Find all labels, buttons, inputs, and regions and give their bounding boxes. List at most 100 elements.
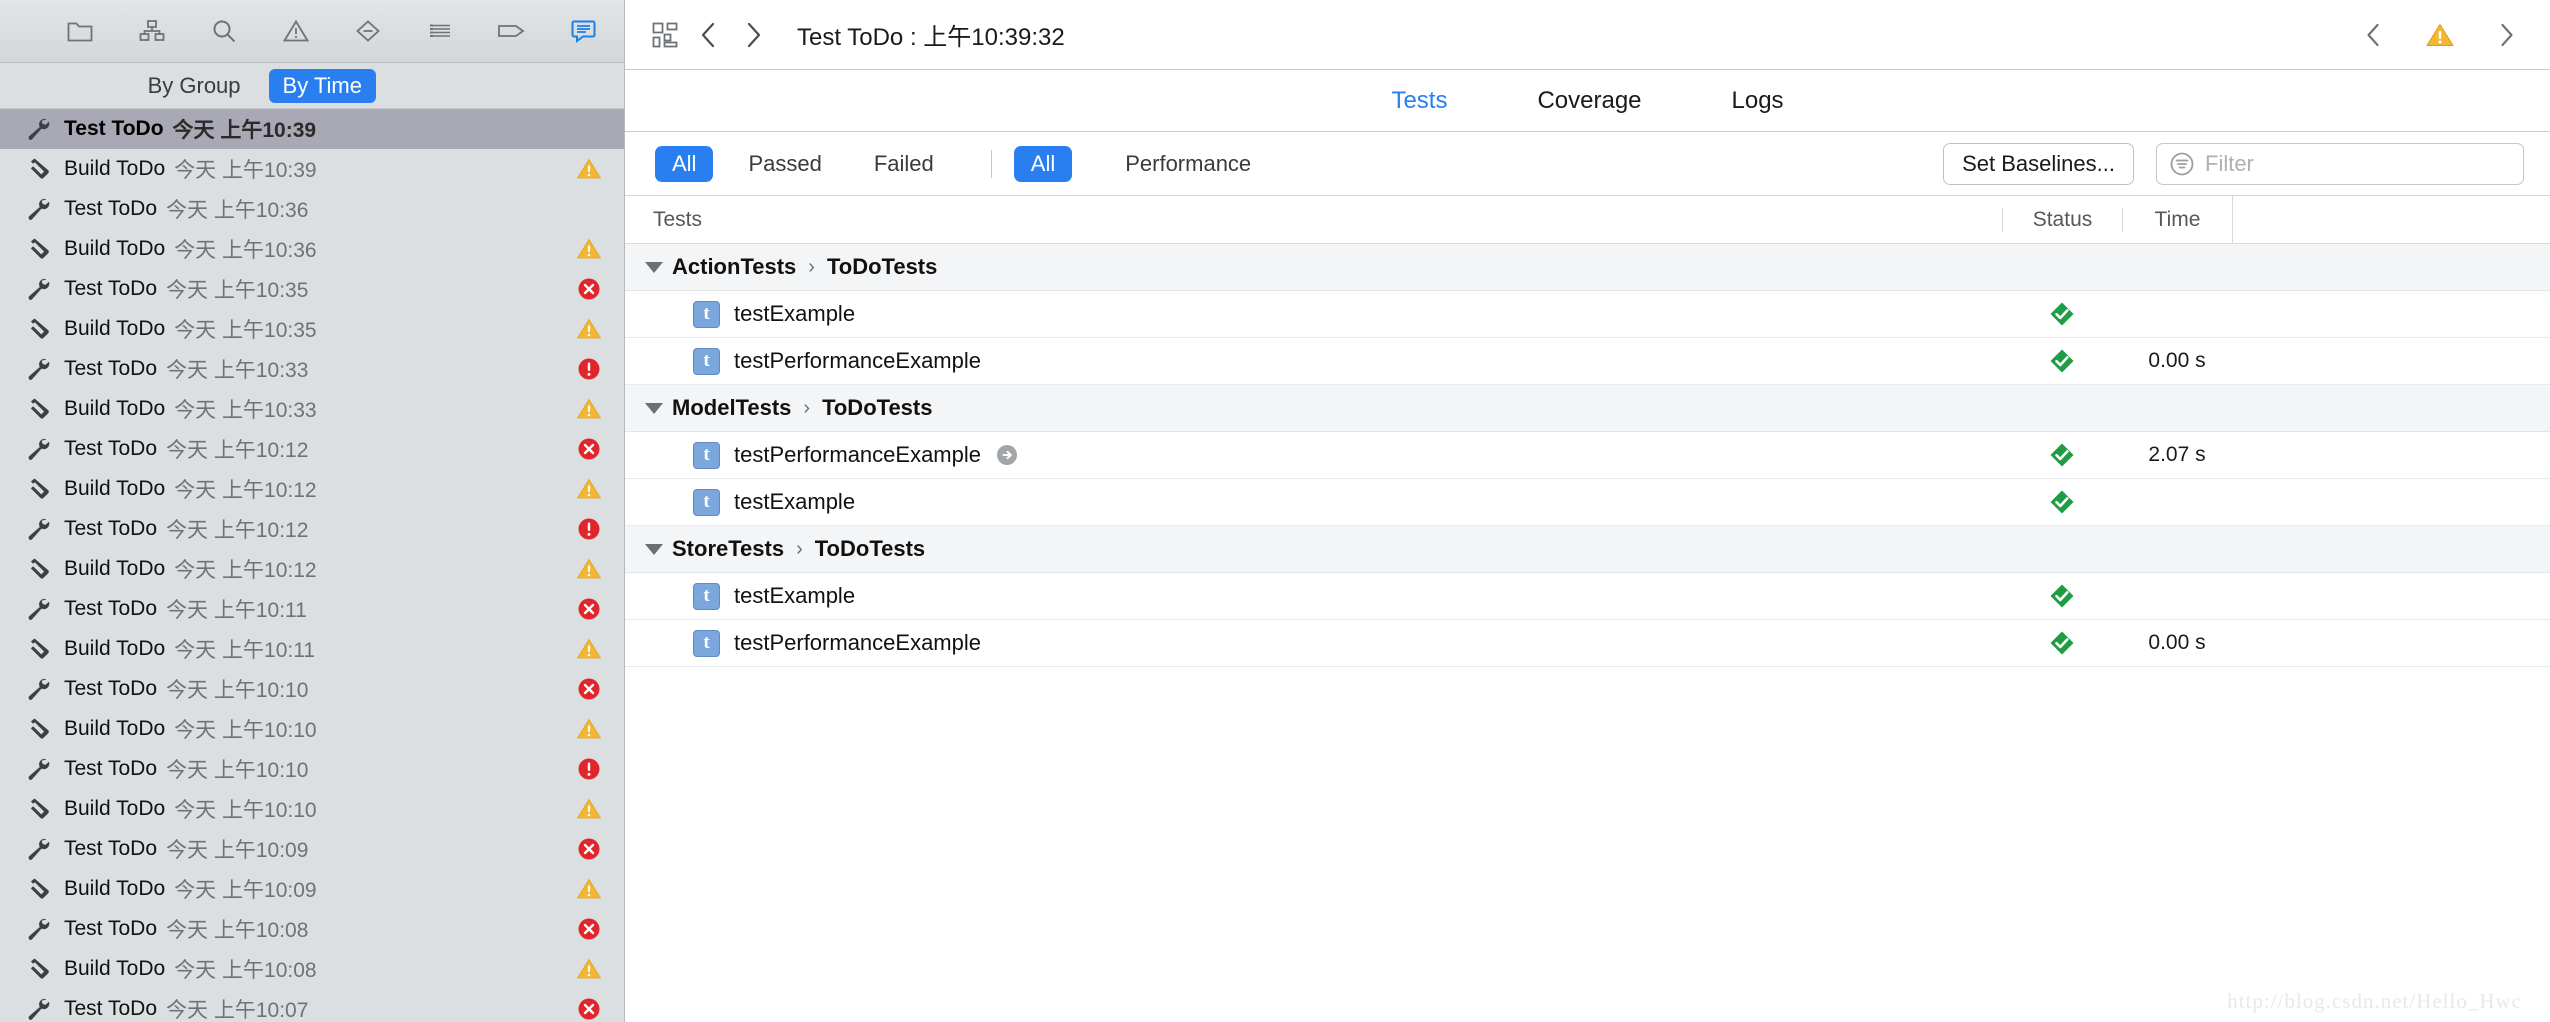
navigator-row-label: Build ToDo — [64, 877, 166, 900]
test-row-name-cell: t testExample — [625, 300, 2002, 328]
navigator-row[interactable]: Test ToDo 今天 上午10:12 — [0, 509, 624, 549]
result-filter-failed[interactable]: Failed — [857, 146, 951, 182]
tab-tests[interactable]: Tests — [1391, 87, 1447, 115]
navigator-row-label: Test ToDo — [64, 197, 157, 220]
navigator-row[interactable]: Test ToDo 今天 上午10:08 — [0, 909, 624, 949]
navigator-row[interactable]: Build ToDo 今天 上午10:35 — [0, 309, 624, 349]
error-badge-icon — [576, 996, 602, 1022]
breadcrumb-separator-icon: › — [796, 537, 803, 560]
result-filter-segments: All Passed Failed — [655, 145, 969, 182]
set-baselines-button[interactable]: Set Baselines... — [1943, 142, 2134, 185]
navigator-row-time: 今天 上午10:33 — [174, 399, 317, 422]
disclosure-triangle-icon[interactable] — [645, 261, 663, 273]
test-row[interactable]: t testPerformanceExample 2.07 s — [625, 432, 2550, 479]
test-row[interactable]: t testPerformanceExample 0.00 s — [625, 338, 2550, 385]
navigator-row[interactable]: Test ToDo 今天 上午10:12 — [0, 429, 624, 469]
by-group-button[interactable]: By Group — [134, 69, 255, 103]
filter-input[interactable]: Filter — [2205, 151, 2254, 177]
navigator-row-time: 今天 上午10:10 — [166, 679, 309, 702]
back-button[interactable] — [687, 13, 731, 57]
by-time-button[interactable]: By Time — [268, 68, 376, 103]
navigator-row[interactable]: Build ToDo 今天 上午10:36 — [0, 229, 624, 269]
test-row[interactable]: t testExample — [625, 479, 2550, 526]
navigator-row-time: 今天 上午10:07 — [166, 999, 309, 1022]
jump-bar-title[interactable]: Test ToDo : 上午10:39:32 — [797, 17, 1065, 52]
test-group-header[interactable]: StoreTests › ToDoTests — [625, 526, 2550, 573]
report-message-icon[interactable] — [563, 11, 605, 51]
navigator-row[interactable]: Build ToDo 今天 上午10:12 — [0, 549, 624, 589]
jump-to-test-icon[interactable] — [995, 443, 1019, 467]
test-suite-name: StoreTests — [672, 536, 785, 561]
navigator-row[interactable]: Test ToDo 今天 上午10:33 — [0, 349, 624, 389]
warning-triangle-icon[interactable] — [2418, 13, 2462, 57]
navigator-row[interactable]: Test ToDo 今天 上午10:39 — [0, 109, 624, 149]
navigator-row[interactable]: Build ToDo 今天 上午10:10 — [0, 709, 624, 749]
disclosure-triangle-icon[interactable] — [645, 543, 663, 555]
result-filter-all[interactable]: All — [655, 145, 714, 182]
test-suite-name: ActionTests — [672, 254, 797, 279]
assistant-grid-icon[interactable] — [643, 13, 687, 57]
result-filter-passed[interactable]: Passed — [731, 146, 838, 182]
test-target-name: ToDoTests — [826, 254, 938, 279]
test-row[interactable]: t testExample — [625, 573, 2550, 620]
issue-previous-button[interactable] — [2352, 13, 2396, 57]
tab-coverage[interactable]: Coverage — [1537, 87, 1641, 115]
navigator-row[interactable]: Test ToDo 今天 上午10:35 — [0, 269, 624, 309]
test-group-header[interactable]: ModelTests › ToDoTests — [625, 385, 2550, 432]
issue-next-button[interactable] — [2484, 13, 2528, 57]
warning-badge-icon — [576, 476, 602, 502]
navigator-row[interactable]: Build ToDo 今天 上午10:11 — [0, 629, 624, 669]
test-group-header[interactable]: ActionTests › ToDoTests — [625, 244, 2550, 291]
wrench-icon — [24, 756, 54, 782]
warning-badge-icon — [576, 316, 602, 342]
performance-filter-performance[interactable]: Performance — [1108, 146, 1268, 182]
breakpoint-tag-icon[interactable] — [491, 11, 533, 51]
navigator-row[interactable]: Test ToDo 今天 上午10:07 — [0, 989, 624, 1022]
source-control-icon[interactable] — [131, 11, 173, 51]
test-duration: 0.00 s — [2148, 349, 2206, 372]
wrench-icon — [24, 356, 54, 382]
issue-warning-icon[interactable] — [275, 11, 317, 51]
navigator-row[interactable]: Test ToDo 今天 上午10:36 — [0, 189, 624, 229]
navigator-row-time: 今天 上午10:11 — [174, 639, 316, 662]
wrench-icon — [24, 196, 54, 222]
warning-badge-icon — [576, 236, 602, 262]
test-case-label: testExample — [734, 489, 856, 514]
folder-icon[interactable] — [59, 11, 101, 51]
filter-field[interactable]: Filter — [2156, 142, 2524, 185]
test-case-icon: t — [693, 300, 720, 328]
error-badge-icon — [576, 436, 602, 462]
navigator-row[interactable]: Build ToDo 今天 上午10:39 — [0, 149, 624, 189]
table-header: Tests Status Time — [625, 196, 2550, 244]
navigator-row-time: 今天 上午10:10 — [174, 719, 317, 742]
navigator-row-time: 今天 上午10:11 — [166, 599, 307, 622]
navigator-row[interactable]: Build ToDo 今天 上午10:33 — [0, 389, 624, 429]
navigator-row[interactable]: Build ToDo 今天 上午10:08 — [0, 949, 624, 989]
navigator-row[interactable]: Build ToDo 今天 上午10:09 — [0, 869, 624, 909]
disclosure-triangle-icon[interactable] — [645, 402, 663, 414]
navigator-row[interactable]: Test ToDo 今天 上午10:10 — [0, 749, 624, 789]
performance-filter-segments: All Performance — [1013, 145, 1286, 182]
navigator-row[interactable]: Test ToDo 今天 上午10:10 — [0, 669, 624, 709]
error-badge-icon — [576, 276, 602, 302]
navigator-row[interactable]: Test ToDo 今天 上午10:09 — [0, 829, 624, 869]
warning-badge-icon — [576, 396, 602, 422]
navigator-activity-list[interactable]: Test ToDo 今天 上午10:39 Build ToDo 今天 上午10:39 T… — [0, 109, 624, 1022]
test-row[interactable]: t testExample — [625, 291, 2550, 338]
test-diamond-icon[interactable] — [347, 11, 389, 51]
performance-filter-all[interactable]: All — [1013, 145, 1073, 182]
debug-list-icon[interactable] — [419, 11, 461, 51]
test-case-icon: t — [693, 582, 720, 610]
tab-logs[interactable]: Logs — [1732, 87, 1784, 115]
navigator-row[interactable]: Build ToDo 今天 上午10:10 — [0, 789, 624, 829]
navigator-row-label: Test ToDo — [64, 917, 157, 940]
wrench-icon — [24, 436, 54, 462]
navigator-row[interactable]: Test ToDo 今天 上午10:11 — [0, 589, 624, 629]
navigator-grouping-bar: By Group By Time — [0, 63, 624, 109]
test-row[interactable]: t testPerformanceExample 0.00 s — [625, 620, 2550, 667]
search-icon[interactable] — [203, 11, 245, 51]
table-body: ActionTests › ToDoTests t testExample t testPe… — [625, 244, 2550, 667]
forward-button[interactable] — [731, 13, 775, 57]
test-status-icon — [2002, 630, 2122, 656]
navigator-row[interactable]: Build ToDo 今天 上午10:12 — [0, 469, 624, 509]
